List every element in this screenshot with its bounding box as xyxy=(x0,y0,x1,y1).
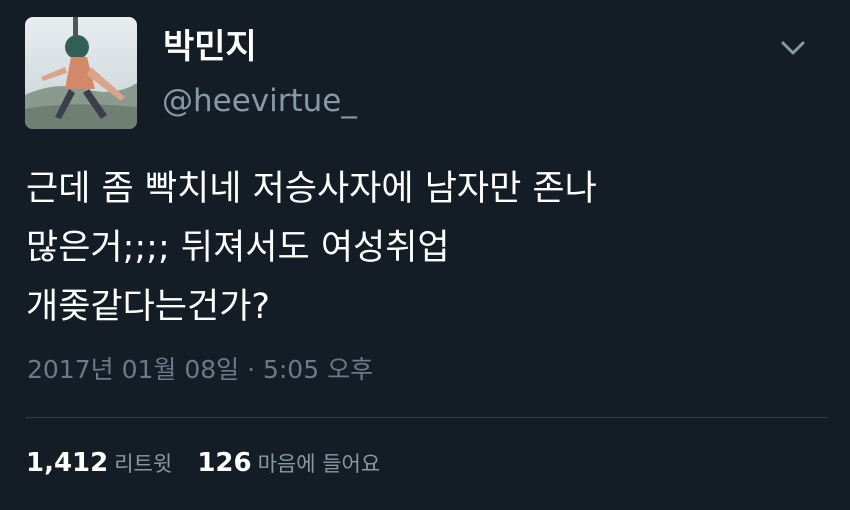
retweet-label: 리트윗 xyxy=(114,452,173,476)
display-name[interactable]: 박민지 xyxy=(163,30,257,64)
like-label: 마음에 들어요 xyxy=(257,452,381,476)
tweet-timestamp[interactable]: 2017년 01월 08일 · 5:05 오후 xyxy=(27,357,373,382)
tweet-text-line: 근데 좀 빡치네 저승사자에 남자만 존나 xyxy=(26,169,597,209)
avatar-image xyxy=(25,17,137,129)
retweet-stat[interactable]: 1,412 리트윗 xyxy=(26,450,172,476)
tweet-card: 박민지 @heevirtue_ 근데 좀 빡치네 저승사자에 남자만 존나 많은… xyxy=(0,0,850,510)
like-stat[interactable]: 126 마음에 들어요 xyxy=(197,450,380,476)
like-count: 126 xyxy=(197,448,252,478)
tweet-text: 근데 좀 빡치네 저승사자에 남자만 존나 많은거;;;; 뒤져서도 여성취업 … xyxy=(26,160,826,337)
tweet-text-line: 많은거;;;; 뒤져서도 여성취업 xyxy=(26,228,450,268)
chevron-down-icon[interactable] xyxy=(778,36,808,60)
user-handle[interactable]: @heevirtue_ xyxy=(162,86,357,117)
tweet-stats: 1,412 리트윗 126 마음에 들어요 xyxy=(26,450,400,476)
avatar[interactable] xyxy=(25,17,137,129)
divider xyxy=(26,417,828,418)
retweet-count: 1,412 xyxy=(26,448,109,478)
tweet-text-line: 개좆같다는건가? xyxy=(26,287,270,327)
